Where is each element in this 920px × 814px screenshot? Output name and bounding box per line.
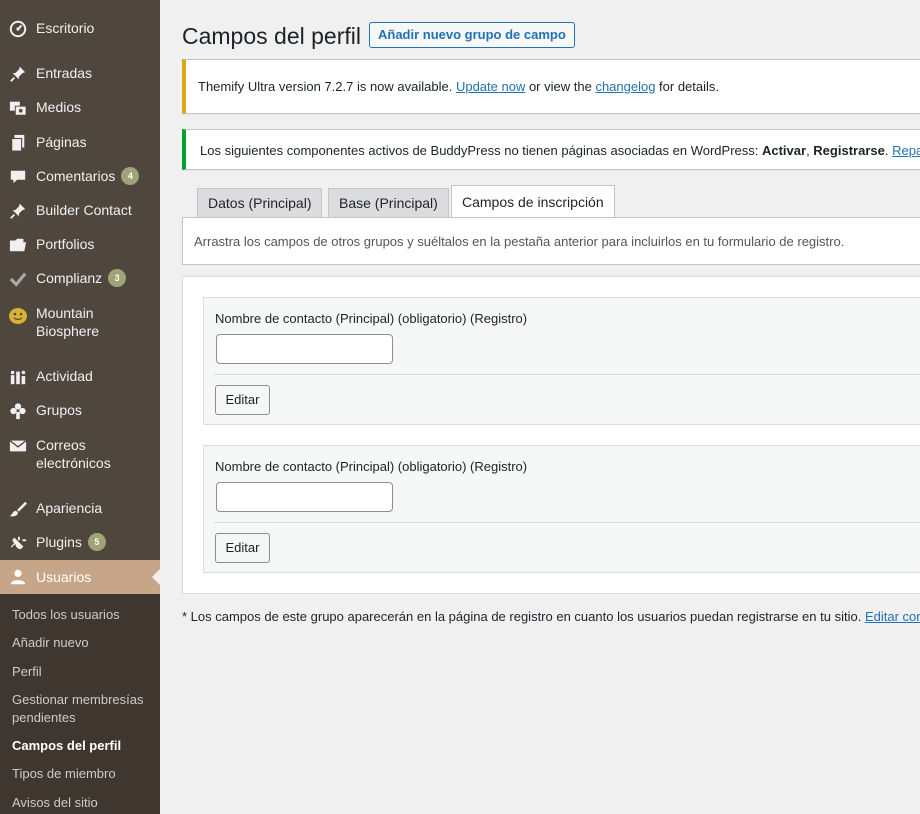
sidebar-item-label: Entradas	[36, 65, 93, 81]
component-activar: Activar	[761, 143, 807, 158]
sidebar-item-portfolios[interactable]: Portfolios	[0, 235, 160, 255]
repair-link[interactable]: Reparar	[892, 143, 920, 158]
pin-icon	[8, 201, 28, 221]
check-icon	[8, 269, 28, 289]
notice-text: Los siguientes componentes activos de Bu…	[200, 143, 762, 158]
sidebar-item-complianz[interactable]: Complianz 3	[0, 269, 160, 289]
tab-base-principal[interactable]: Base (Principal)	[328, 188, 449, 218]
sidebar-item-label: Apariencia	[36, 500, 103, 516]
field-input[interactable]	[216, 482, 393, 512]
sidebar-item-label: Páginas	[36, 134, 87, 150]
submenu-item-avisos[interactable]: Avisos del sitio	[12, 794, 157, 812]
submenu-item-anadir[interactable]: Añadir nuevo	[12, 634, 157, 652]
field-divider	[214, 374, 920, 375]
update-notice: Themify Ultra version 7.2.7 is now avail…	[182, 59, 920, 114]
submenu-item-tipos-miembro[interactable]: Tipos de miembro	[12, 765, 157, 783]
submenu-item-perfil[interactable]: Perfil	[12, 663, 157, 681]
fields-container: Nombre de contacto (Principal) (obligato…	[182, 276, 920, 594]
users-submenu: Todos los usuarios Añadir nuevo Perfil G…	[0, 594, 160, 814]
sidebar-item-escritorio[interactable]: Escritorio	[0, 19, 160, 39]
sidebar-item-label: Usuarios	[36, 569, 92, 585]
field-card[interactable]: Nombre de contacto (Principal) (obligato…	[203, 297, 920, 425]
component-registrarse: Registrarse	[813, 143, 885, 158]
user-icon	[8, 567, 28, 587]
plugins-count-badge: 5	[87, 533, 106, 551]
groups-icon	[8, 401, 28, 421]
face-icon	[8, 306, 28, 326]
pin-icon	[8, 64, 28, 84]
edit-settings-link[interactable]: Editar conf	[865, 609, 920, 624]
sidebar-item-comentarios[interactable]: Comentarios 4	[0, 167, 160, 187]
sidebar-item-correos[interactable]: Correos electrónicos	[0, 436, 160, 474]
sidebar-item-label: Correos electrónicos	[36, 437, 111, 471]
plugin-icon	[8, 533, 28, 553]
sidebar-item-usuarios[interactable]: Usuarios	[0, 560, 160, 594]
sidebar-item-mountain-biosphere[interactable]: Mountain Biosphere	[0, 304, 160, 342]
field-label: Nombre de contacto (Principal) (obligato…	[215, 459, 528, 474]
sidebar-item-label: Complianz	[36, 270, 103, 286]
tab-campos-inscripcion[interactable]: Campos de inscripción	[451, 185, 615, 217]
sidebar-item-label: Plugins	[36, 534, 82, 550]
sidebar-item-label: Builder Contact	[36, 202, 132, 218]
notice-text: Themify Ultra version 7.2.7 is now avail…	[198, 79, 456, 94]
submenu-item-todos[interactable]: Todos los usuarios	[12, 606, 157, 624]
field-label: Nombre de contacto (Principal) (obligato…	[215, 311, 528, 326]
footnote-text: * Los campos de este grupo aparecerán en…	[182, 609, 865, 624]
sidebar-item-label: Comentarios	[36, 168, 116, 184]
tab-datos-principal[interactable]: Datos (Principal)	[197, 188, 323, 218]
sidebar-item-actividad[interactable]: Actividad	[0, 367, 160, 387]
sidebar-item-grupos[interactable]: Grupos	[0, 401, 160, 421]
field-input[interactable]	[216, 334, 393, 364]
sidebar-item-builder-contact[interactable]: Builder Contact	[0, 201, 160, 221]
field-divider	[214, 522, 920, 523]
activity-icon	[8, 367, 28, 387]
main-content: Campos del perfil Añadir nuevo grupo de …	[182, 0, 920, 814]
comments-count-badge: 4	[121, 167, 140, 185]
submenu-item-membresias[interactable]: Gestionar membresías pendientes	[12, 691, 157, 727]
sidebar-item-plugins[interactable]: Plugins 5	[0, 533, 160, 553]
sidebar-item-entradas[interactable]: Entradas	[0, 64, 160, 84]
sidebar-item-label: Escritorio	[36, 20, 95, 36]
registration-footnote: * Los campos de este grupo aparecerán en…	[182, 609, 920, 624]
media-icon	[8, 98, 28, 118]
pages-icon	[8, 133, 28, 153]
update-now-link[interactable]: Update now	[456, 79, 525, 94]
edit-field-button[interactable]: Editar	[215, 533, 270, 563]
changelog-link[interactable]: changelog	[595, 79, 655, 94]
brush-icon	[8, 499, 28, 519]
notice-text: for details.	[655, 79, 720, 94]
page-title: Campos del perfil	[182, 23, 361, 49]
sidebar-item-paginas[interactable]: Páginas	[0, 133, 160, 153]
add-field-group-button[interactable]: Añadir nuevo grupo de campo	[369, 22, 575, 48]
complianz-count-badge: 3	[108, 269, 127, 287]
sidebar-item-label: Mountain Biosphere	[36, 305, 100, 339]
sidebar-item-label: Medios	[36, 99, 82, 115]
field-card[interactable]: Nombre de contacto (Principal) (obligato…	[203, 445, 920, 573]
buddypress-notice: Los siguientes componentes activos de Bu…	[182, 129, 920, 170]
sidebar-item-medios[interactable]: Medios	[0, 98, 160, 118]
notice-separator: .	[884, 143, 893, 158]
folder-icon	[8, 235, 28, 255]
dashboard-icon	[8, 19, 28, 39]
mail-icon	[8, 436, 28, 456]
edit-field-button[interactable]: Editar	[215, 385, 270, 415]
notice-text: or view the	[525, 79, 596, 94]
tab-panel-description: Arrastra los campos de otros grupos y su…	[182, 217, 920, 265]
sidebar-item-label: Grupos	[36, 402, 82, 418]
sidebar-item-apariencia[interactable]: Apariencia	[0, 499, 160, 519]
sidebar-item-label: Portfolios	[36, 236, 95, 252]
comments-icon	[8, 167, 28, 187]
submenu-item-campos-perfil[interactable]: Campos del perfil	[12, 737, 157, 755]
sidebar-item-label: Actividad	[36, 368, 93, 384]
admin-sidebar: Escritorio Entradas Medios Páginas Comen…	[0, 0, 160, 814]
